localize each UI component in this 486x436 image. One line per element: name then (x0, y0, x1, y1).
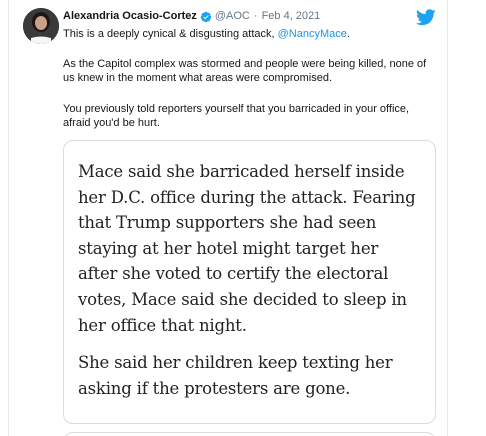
quote-paragraph-2: She said her children keep texting her a… (78, 353, 393, 398)
next-card-edge (63, 432, 436, 436)
handle[interactable]: @AOC (215, 9, 250, 24)
tweet-date[interactable]: Feb 4, 2021 (262, 9, 321, 24)
tweet-text-intro: This is a deeply cynical & disgusting at… (63, 28, 278, 40)
tweet-paragraph-2: As the Capitol complex was stormed and p… (63, 58, 427, 84)
tweet-header: Alexandria Ocasio-Cortez @AOC · Feb 4, 2… (63, 9, 320, 24)
quote-paragraph-1: Mace said she barricaded herself inside … (78, 162, 416, 335)
tweet-paragraph-3: You previously told reporters yourself t… (63, 103, 410, 129)
tweet-text-line1: This is a deeply cynical & disgusting at… (63, 27, 433, 41)
verified-badge-icon (200, 11, 212, 23)
display-name[interactable]: Alexandria Ocasio-Cortez (63, 9, 197, 24)
avatar[interactable] (23, 8, 59, 44)
twitter-bird-icon[interactable] (416, 9, 436, 26)
tweet-card: Alexandria Ocasio-Cortez @AOC · Feb 4, 2… (0, 0, 486, 436)
tweet-text-period: . (346, 28, 350, 40)
quote-image-card[interactable]: Mace said she barricaded herself inside … (63, 140, 436, 424)
mention-link[interactable]: @NancyMace (278, 28, 347, 40)
separator-dot: · (253, 10, 258, 22)
